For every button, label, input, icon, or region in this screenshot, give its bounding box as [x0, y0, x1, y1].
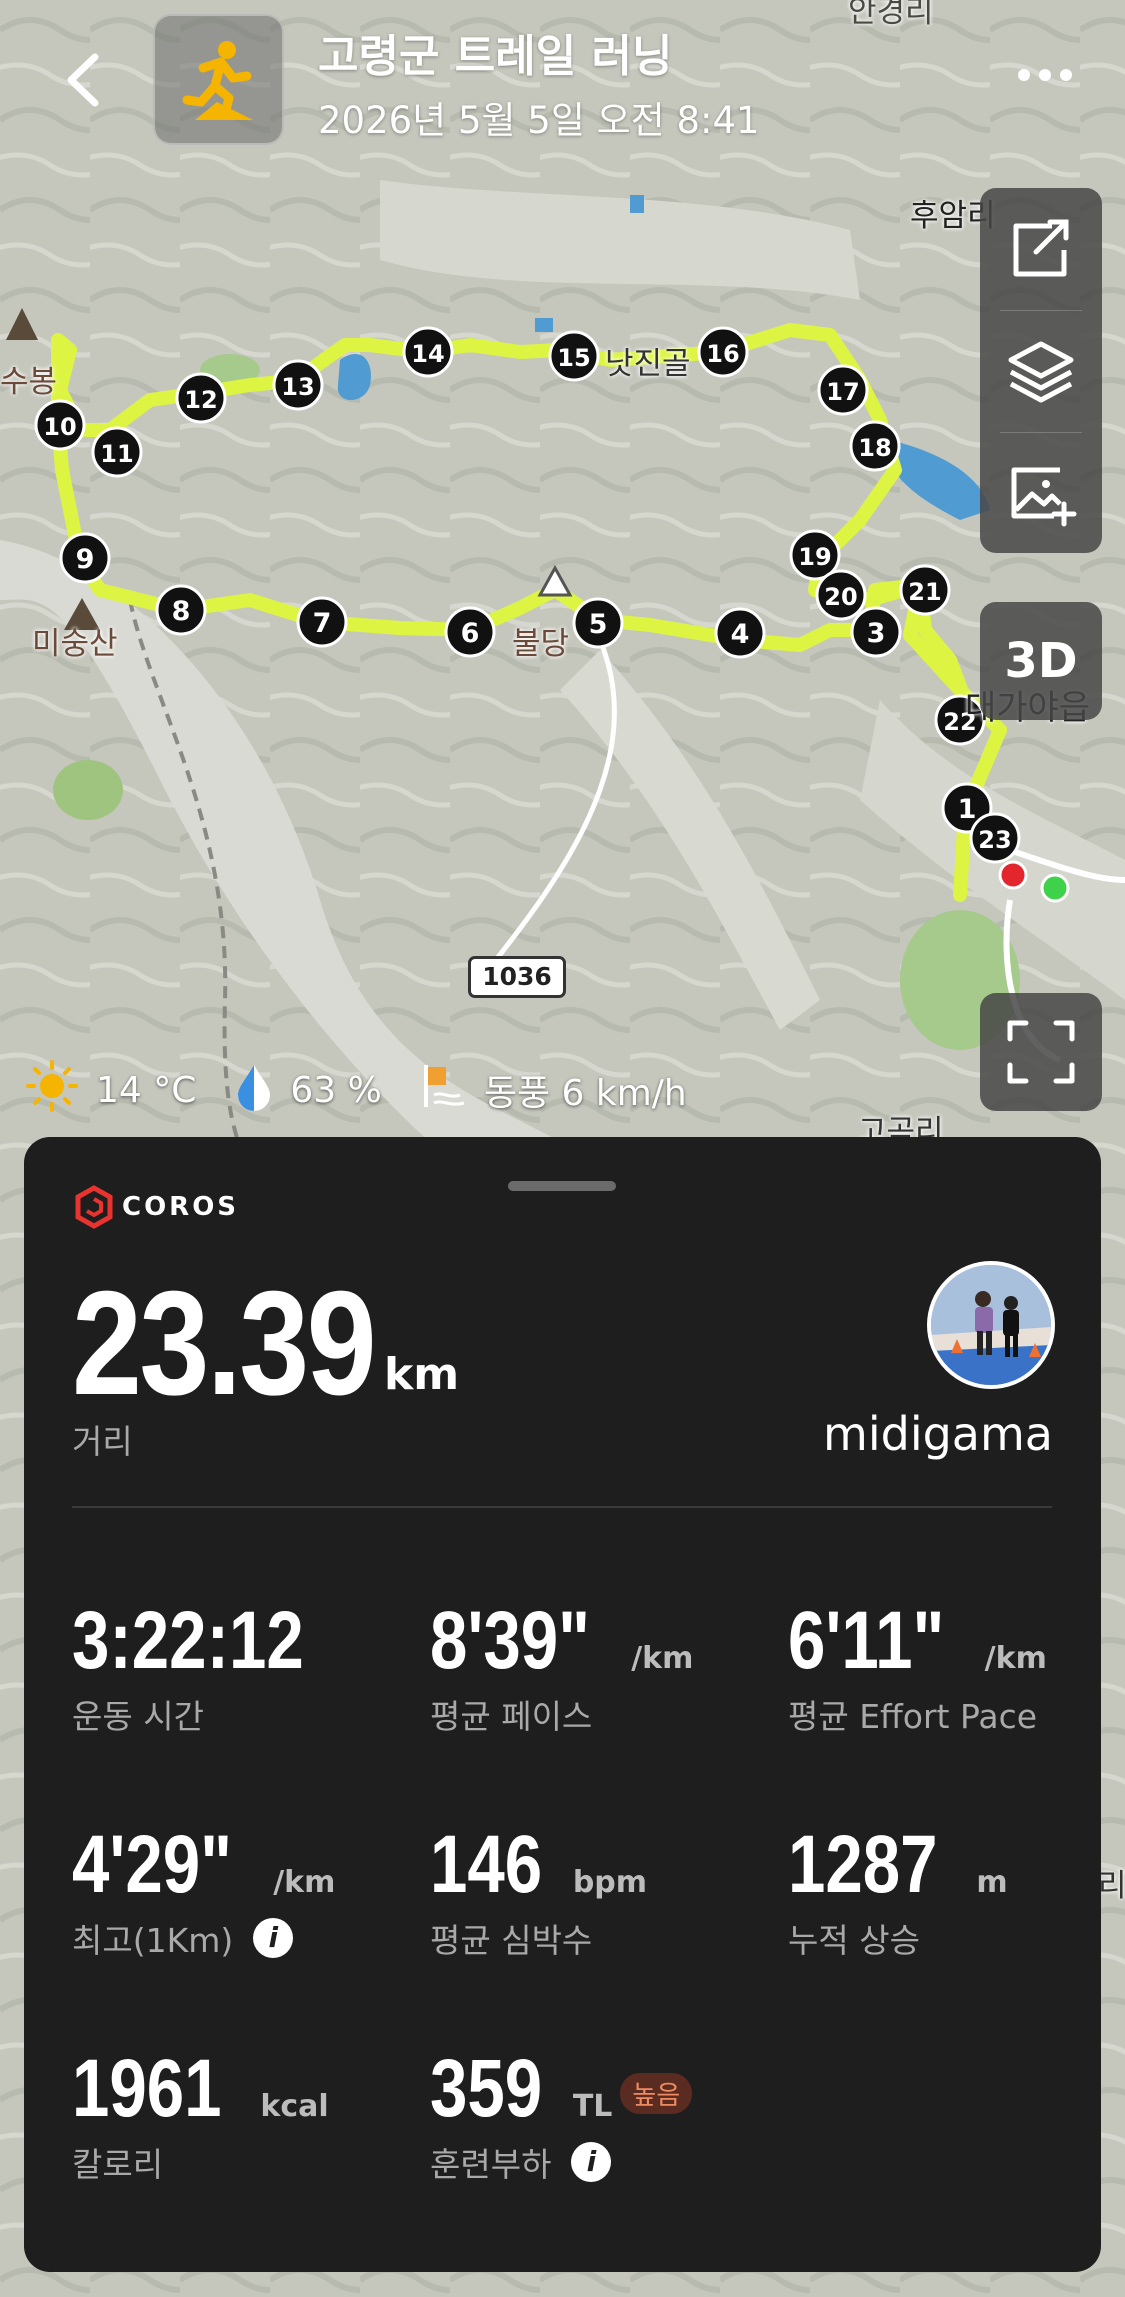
stat-elevation-gain: 1287 m 누적 상승 — [788, 1819, 1008, 1960]
svg-text:14: 14 — [411, 340, 444, 368]
coros-logo-icon — [75, 1185, 113, 1229]
layers-button[interactable] — [980, 310, 1102, 430]
activity-summary-card: COROS 23.39 km 거리 midigama 3:22:12 운동 시간… — [24, 1137, 1101, 2272]
svg-text:6: 6 — [461, 618, 480, 649]
road-number-sign: 1036 — [468, 956, 566, 998]
fullscreen-button[interactable] — [980, 993, 1102, 1111]
map-label: 수봉 — [0, 364, 58, 400]
stat-training-load: 359 TL 높음 훈련부하 i — [430, 2042, 693, 2186]
stat-calories: 1961 kcal 칼로리 — [72, 2043, 329, 2184]
distance-value: 23.39 — [72, 1261, 377, 1426]
svg-text:18: 18 — [858, 434, 891, 462]
svg-text:23: 23 — [978, 826, 1011, 854]
stat-avg-hr: 146 bpm 평균 심박수 — [430, 1819, 648, 1960]
km-marker: 11 — [91, 426, 143, 478]
info-icon[interactable]: i — [253, 1918, 294, 1958]
status-badge: 높음 — [620, 2073, 693, 2114]
weather-bar: 14 °C 63 % 동풍 6 km/h — [24, 1059, 725, 1120]
map-label: 미숭산 — [32, 626, 118, 662]
km-marker: 8 — [155, 584, 207, 636]
stat-avg-pace: 8'39"/km 평균 페이스 — [430, 1595, 694, 1736]
km-marker: 9 — [59, 532, 111, 584]
svg-text:12: 12 — [184, 386, 217, 414]
info-icon[interactable]: i — [571, 2142, 612, 2182]
km-marker: 18 — [849, 420, 901, 472]
share-button[interactable] — [980, 190, 1102, 310]
humidity-value: 63 % — [290, 1069, 382, 1111]
avatar[interactable] — [927, 1261, 1055, 1389]
svg-text:5: 5 — [589, 609, 608, 640]
km-marker: 14 — [402, 326, 454, 378]
layers-icon — [1008, 341, 1074, 403]
svg-text:21: 21 — [908, 578, 941, 606]
km-marker: 5 — [572, 597, 624, 649]
drag-handle[interactable] — [508, 1181, 616, 1191]
map-toolbar — [980, 188, 1102, 553]
activity-type-icon — [153, 14, 284, 145]
wind-flag-icon — [420, 1061, 468, 1120]
temperature-value: 14 °C — [96, 1069, 197, 1111]
km-marker: 20 — [815, 569, 867, 621]
km-marker: 3 — [850, 606, 902, 658]
km-marker: 13 — [272, 359, 324, 411]
more-dots-icon — [1018, 69, 1072, 81]
svg-text:13: 13 — [281, 373, 314, 401]
trail-runner-icon — [182, 41, 253, 120]
svg-text:4: 4 — [731, 619, 750, 650]
humidity-drop-icon — [234, 1061, 274, 1120]
brand-logo: COROS — [74, 1185, 239, 1229]
km-marker: 10 — [34, 399, 86, 451]
activity-datetime: 2026년 5월 5일 오전 8:41 — [318, 99, 760, 142]
map-label: 리 — [1098, 1868, 1125, 1904]
svg-text:3: 3 — [867, 618, 886, 649]
distance-unit: km — [384, 1349, 460, 1400]
map-label: 안경리 — [848, 0, 934, 30]
km-marker: 4 — [714, 607, 766, 659]
distance-label: 거리 — [72, 1422, 133, 1461]
stat-duration: 3:22:12 운동 시간 — [72, 1595, 304, 1736]
svg-text:10: 10 — [43, 413, 76, 441]
fullscreen-icon — [1007, 1020, 1075, 1084]
svg-text:19: 19 — [798, 543, 831, 571]
activity-title: 고령군 트레일 러닝 — [318, 31, 673, 82]
share-icon — [1013, 219, 1069, 277]
map-label: 불당 — [512, 626, 570, 662]
wind-value: 동풍 6 km/h — [483, 1073, 687, 1114]
svg-text:7: 7 — [313, 608, 332, 639]
km-marker: 16 — [697, 326, 749, 378]
back-button[interactable] — [55, 45, 115, 115]
map-label: 낫진골 — [605, 346, 691, 382]
more-button[interactable] — [1010, 55, 1080, 95]
stat-effort-pace: 6'11"/km 평균 Effort Pace — [788, 1595, 1047, 1736]
add-image-icon — [1011, 467, 1077, 527]
svg-text:17: 17 — [826, 378, 859, 406]
svg-text:16: 16 — [706, 340, 739, 368]
brand-name: COROS — [122, 1192, 240, 1222]
svg-text:9: 9 — [76, 544, 95, 575]
svg-text:15: 15 — [557, 344, 590, 372]
km-marker: 12 — [175, 372, 227, 424]
svg-text:1: 1 — [958, 794, 977, 825]
svg-text:8: 8 — [172, 596, 191, 627]
chevron-left-icon — [67, 53, 99, 107]
divider — [72, 1506, 1052, 1508]
km-marker: 7 — [296, 596, 348, 648]
km-marker: 6 — [444, 606, 496, 658]
km-marker: 21 — [899, 564, 951, 616]
username: midigama — [823, 1407, 1053, 1461]
km-marker: 15 — [548, 330, 600, 382]
svg-text:11: 11 — [100, 440, 133, 468]
svg-text:20: 20 — [824, 583, 857, 611]
km-marker: 17 — [817, 364, 869, 416]
stat-best-1km: 4'29"/km 최고(1Km) i — [72, 1819, 336, 1960]
sun-icon — [24, 1058, 80, 1123]
add-image-button[interactable] — [980, 432, 1102, 552]
3d-toggle-button[interactable]: 3D — [980, 602, 1102, 720]
km-marker: 23 — [969, 812, 1021, 864]
